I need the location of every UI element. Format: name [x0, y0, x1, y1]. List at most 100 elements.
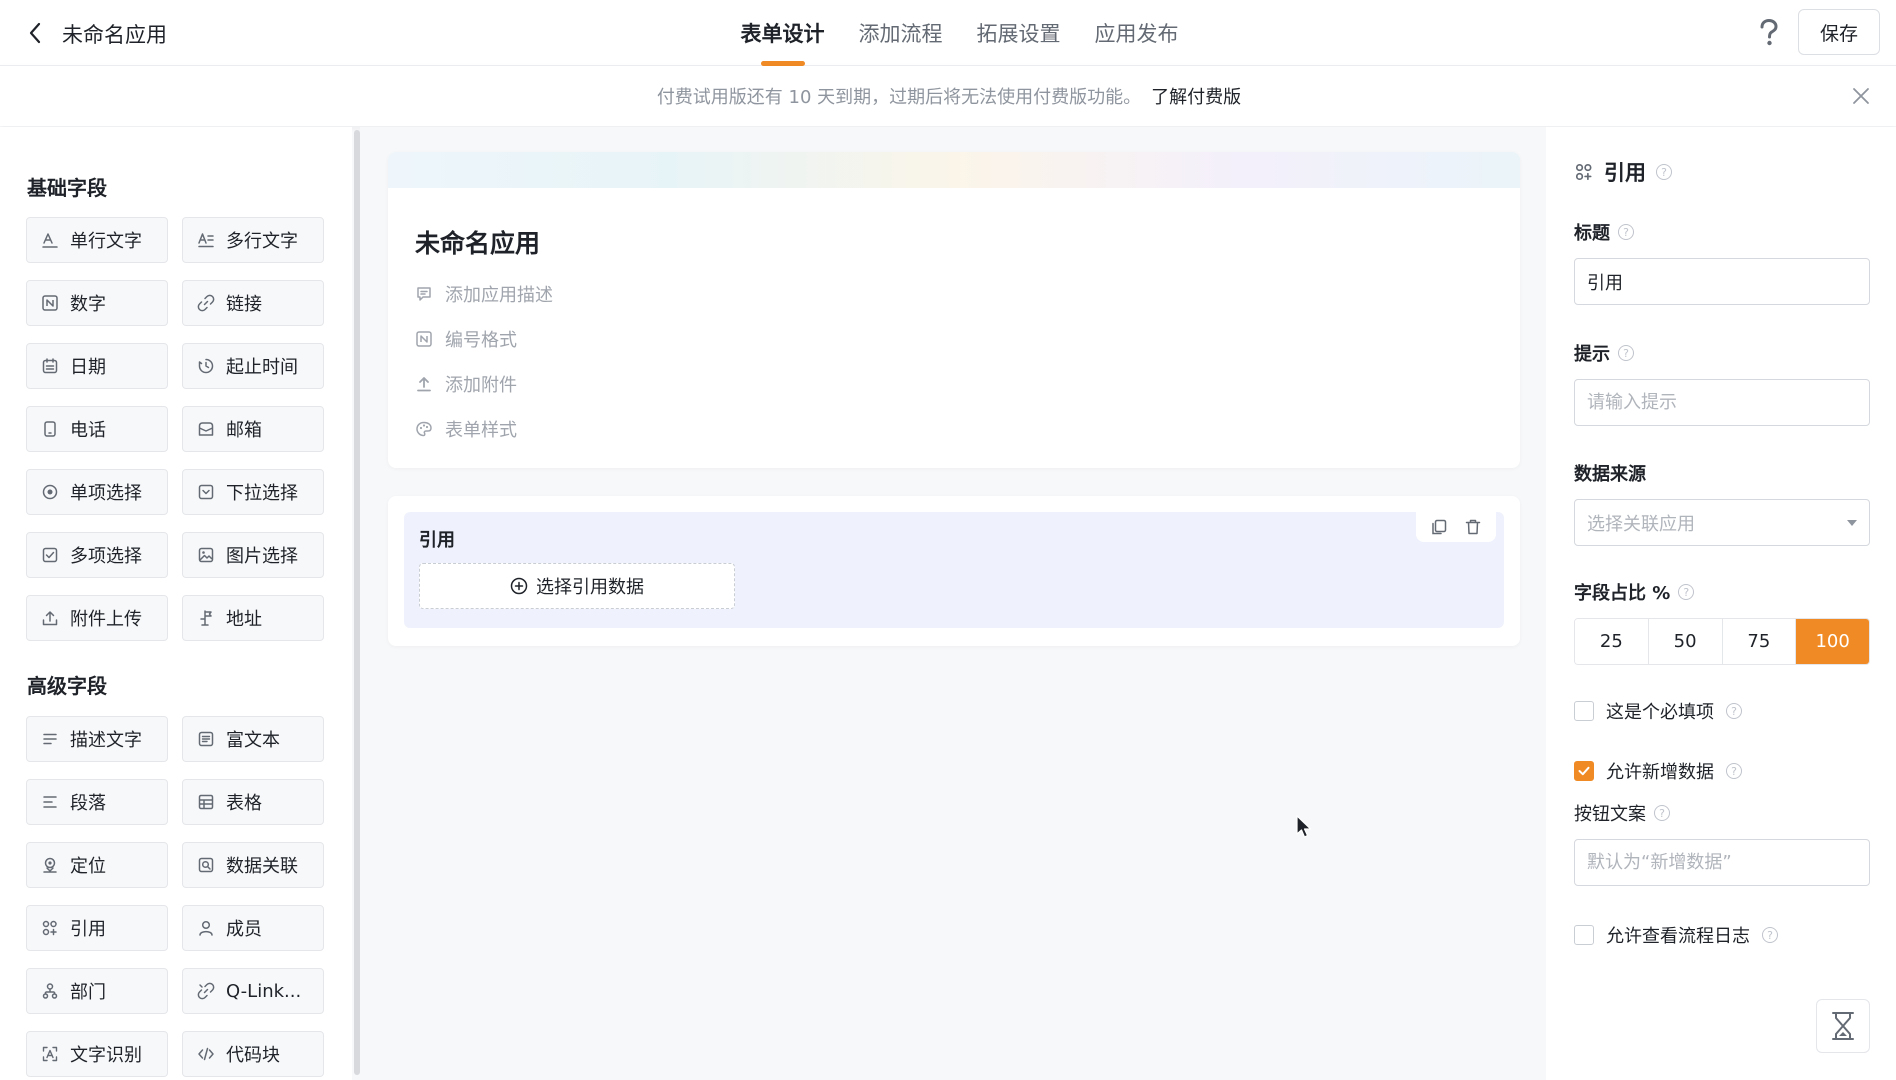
help-hint-icon[interactable]: ? — [1654, 805, 1670, 821]
help-hint-icon[interactable]: ? — [1618, 224, 1634, 240]
form-header-card: 未命名应用 添加应用描述 编号格式 添加附件 表单样式 — [388, 152, 1520, 468]
ratio-option-100[interactable]: 100 — [1796, 619, 1869, 664]
ratio-option-25[interactable]: 25 — [1575, 619, 1649, 664]
view-log-checkbox-row[interactable]: 允许查看流程日志 ? — [1574, 922, 1778, 948]
back-button[interactable] — [22, 18, 48, 48]
ratio-option-50[interactable]: 50 — [1648, 619, 1723, 664]
field-time-range[interactable]: 起止时间 — [182, 343, 324, 389]
image-icon — [197, 546, 215, 564]
field-file-upload[interactable]: 附件上传 — [26, 595, 168, 641]
checkbox-icon — [41, 546, 59, 564]
rich-text-icon — [197, 730, 215, 748]
field-single-line-text[interactable]: 单行文字 — [26, 217, 168, 263]
field-date[interactable]: 日期 — [26, 343, 168, 389]
reference-field[interactable]: 引用 选择引用数据 — [404, 512, 1504, 628]
code-icon — [197, 1045, 215, 1063]
paragraph-icon — [41, 793, 59, 811]
top-header: 未命名应用 表单设计 添加流程 拓展设置 应用发布 保存 — [0, 0, 1896, 66]
add-description-link[interactable]: 添加应用描述 — [415, 281, 553, 307]
field-address[interactable]: 地址 — [182, 595, 324, 641]
add-attachment-link[interactable]: 添加附件 — [415, 371, 517, 397]
view-log-checkbox[interactable] — [1574, 925, 1594, 945]
reference-icon — [1575, 163, 1592, 181]
basic-fields-grid: 单行文字 多行文字 数字 链接 日期 起止时间 电话 邮箱 单项选择 下拉选择 … — [26, 217, 324, 641]
hourglass-icon — [1832, 1012, 1854, 1040]
tab-extension-settings[interactable]: 拓展设置 — [977, 0, 1061, 66]
title-label: 标题 ? — [1574, 219, 1634, 245]
title-input[interactable] — [1574, 258, 1870, 305]
field-email[interactable]: 邮箱 — [182, 406, 324, 452]
number-format-link[interactable]: 编号格式 — [415, 326, 517, 352]
single-line-text-icon — [41, 231, 59, 249]
history-button[interactable] — [1816, 999, 1870, 1053]
field-department[interactable]: 部门 — [26, 968, 168, 1014]
trash-icon — [1465, 519, 1481, 535]
button-text-input[interactable] — [1574, 839, 1870, 886]
question-mark-icon — [1760, 19, 1778, 46]
notice-close-button[interactable] — [1850, 85, 1872, 107]
copy-field-button[interactable] — [1428, 516, 1450, 538]
comment-icon — [415, 285, 433, 303]
address-icon — [197, 609, 215, 627]
learn-paid-link[interactable]: 了解付费版 — [1151, 83, 1241, 109]
data-link-icon — [197, 856, 215, 874]
member-icon — [197, 919, 215, 937]
advanced-fields-title: 高级字段 — [27, 674, 107, 698]
form-title[interactable]: 未命名应用 — [415, 224, 540, 260]
properties-header: 引用 ? — [1574, 157, 1672, 187]
select-reference-data-button[interactable]: 选择引用数据 — [419, 563, 735, 609]
help-hint-icon[interactable]: ? — [1678, 584, 1695, 600]
field-paragraph[interactable]: 段落 — [26, 779, 168, 825]
allow-add-checkbox-row[interactable]: 允许新增数据 ? — [1574, 758, 1742, 784]
help-hint-icon[interactable]: ? — [1762, 927, 1778, 943]
tab-form-design[interactable]: 表单设计 — [741, 0, 825, 66]
field-number[interactable]: 数字 — [26, 280, 168, 326]
field-ocr[interactable]: 文字识别 — [26, 1031, 168, 1077]
basic-fields-title: 基础字段 — [27, 176, 107, 200]
hint-input[interactable] — [1574, 379, 1870, 426]
save-button[interactable]: 保存 — [1798, 9, 1880, 55]
calendar-icon — [41, 357, 59, 375]
tab-app-publish[interactable]: 应用发布 — [1095, 0, 1179, 66]
field-reference[interactable]: 引用 — [26, 905, 168, 951]
required-checkbox[interactable] — [1574, 701, 1594, 721]
field-image-choice[interactable]: 图片选择 — [182, 532, 324, 578]
number-format-icon — [415, 330, 433, 348]
field-description-text[interactable]: 描述文字 — [26, 716, 168, 762]
phone-icon — [41, 420, 59, 438]
qlink-icon — [197, 982, 215, 1000]
close-icon — [1853, 88, 1869, 104]
ocr-icon — [41, 1045, 59, 1063]
field-dropdown[interactable]: 下拉选择 — [182, 469, 324, 515]
multi-line-text-icon — [197, 231, 215, 249]
help-hint-icon[interactable]: ? — [1726, 763, 1742, 779]
field-location[interactable]: 定位 — [26, 842, 168, 888]
help-hint-icon[interactable]: ? — [1656, 164, 1672, 180]
field-actions — [1416, 512, 1496, 542]
field-single-choice[interactable]: 单项选择 — [26, 469, 168, 515]
form-style-link[interactable]: 表单样式 — [415, 416, 517, 442]
location-icon — [41, 856, 59, 874]
help-hint-icon[interactable]: ? — [1618, 345, 1634, 361]
field-code-block[interactable]: 代码块 — [182, 1031, 324, 1077]
delete-field-button[interactable] — [1462, 516, 1484, 538]
allow-add-checkbox[interactable] — [1574, 761, 1594, 781]
field-rich-text[interactable]: 富文本 — [182, 716, 324, 762]
field-data-link[interactable]: 数据关联 — [182, 842, 324, 888]
tab-add-workflow[interactable]: 添加流程 — [859, 0, 943, 66]
required-checkbox-row[interactable]: 这是个必填项 ? — [1574, 698, 1742, 724]
ratio-option-75[interactable]: 75 — [1722, 619, 1797, 664]
data-source-select[interactable]: 选择关联应用 — [1574, 499, 1870, 546]
field-q-link[interactable]: Q-Link... — [182, 968, 324, 1014]
field-table[interactable]: 表格 — [182, 779, 324, 825]
help-button[interactable] — [1754, 16, 1784, 50]
field-link[interactable]: 链接 — [182, 280, 324, 326]
field-multi-choice[interactable]: 多项选择 — [26, 532, 168, 578]
help-hint-icon[interactable]: ? — [1726, 703, 1742, 719]
field-properties-panel: 引用 ? 标题 ? 提示 ? 数据来源 选择关联应用 字段占比 % ? 25 5… — [1546, 127, 1896, 1080]
field-phone[interactable]: 电话 — [26, 406, 168, 452]
chevron-left-icon — [29, 22, 41, 44]
field-member[interactable]: 成员 — [182, 905, 324, 951]
field-multi-line-text[interactable]: 多行文字 — [182, 217, 324, 263]
attachment-upload-icon — [415, 375, 433, 393]
